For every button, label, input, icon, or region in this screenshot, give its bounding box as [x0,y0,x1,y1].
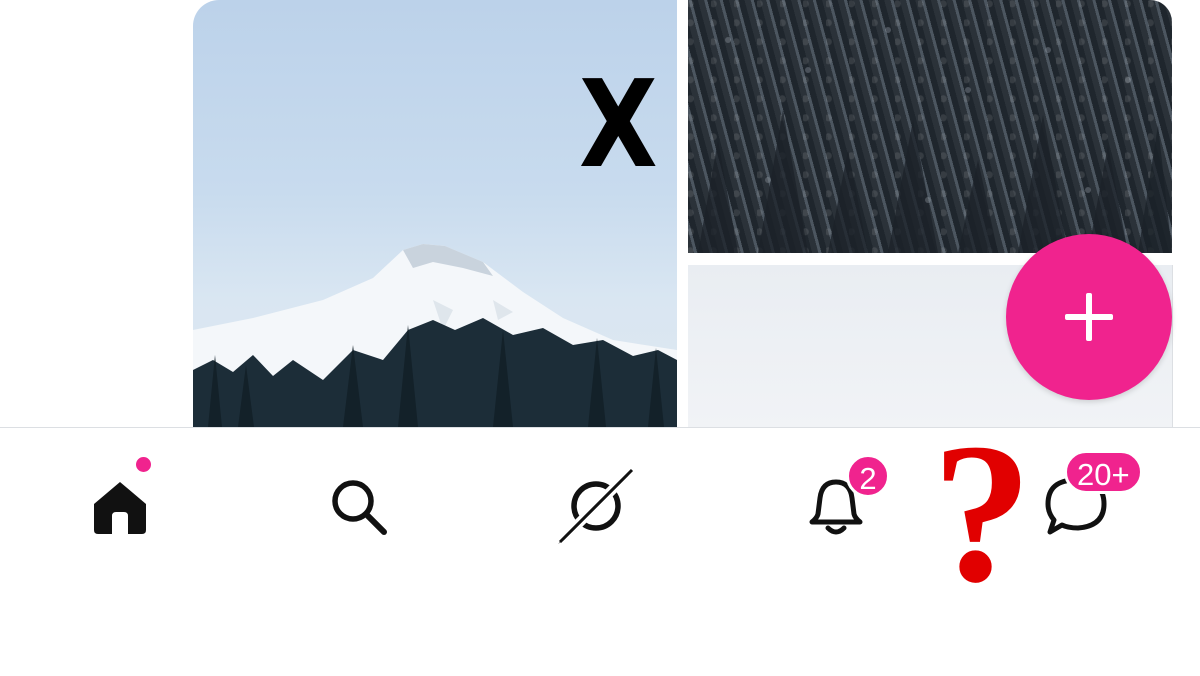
question-mark-overlay: ? [932,403,1032,624]
tab-notifications[interactable]: 2 [796,454,890,546]
notifications-badge: 2 [846,454,890,498]
forest-photo-tile[interactable] [688,0,1172,253]
compose-button[interactable] [1006,234,1172,400]
x-overlay-mark: X [578,56,658,195]
tab-home[interactable] [80,457,160,546]
tab-search[interactable] [318,466,398,546]
forest-illustration [698,27,1172,253]
search-icon [332,480,387,535]
home-unread-dot [136,457,151,472]
discover-icon [558,468,634,544]
tab-messages[interactable]: 20+ [1036,450,1143,546]
tab-discover[interactable] [556,466,636,546]
home-icon [94,482,146,534]
messages-badge: 20+ [1064,450,1143,494]
plus-icon [1065,293,1113,341]
